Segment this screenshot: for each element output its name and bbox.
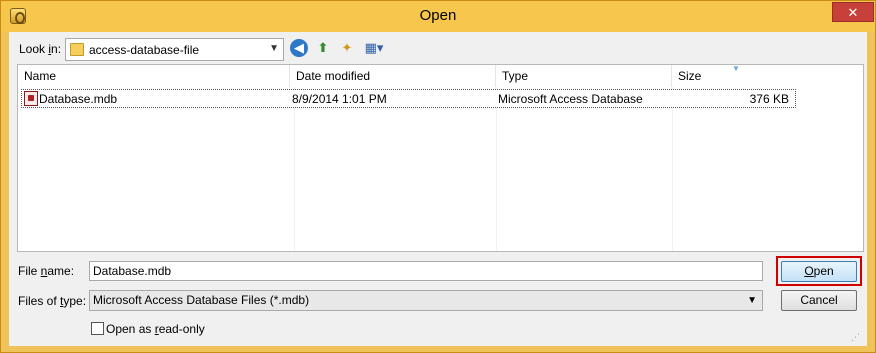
file-row[interactable]: Database.mdb 8/9/2014 1:01 PM Microsoft …: [21, 89, 796, 108]
column-header-type[interactable]: Type: [496, 65, 672, 87]
look-in-value: access-database-file: [89, 43, 200, 57]
file-type-cell: Microsoft Access Database: [498, 92, 643, 106]
file-name-label: File name:: [18, 264, 75, 278]
column-header-size[interactable]: Size: [672, 65, 864, 87]
file-name-cell: Database.mdb: [39, 92, 118, 106]
back-icon[interactable]: ◀: [290, 39, 308, 57]
access-database-icon: [24, 91, 38, 106]
files-of-type-label: Files of type:: [18, 294, 87, 308]
read-only-label[interactable]: Open as read-only: [106, 322, 205, 336]
cancel-button[interactable]: Cancel: [781, 290, 857, 311]
look-in-dropdown[interactable]: access-database-file ▼: [65, 38, 284, 61]
sort-indicator-icon: ▼: [732, 64, 740, 73]
open-button[interactable]: Open: [781, 261, 857, 282]
column-header-name[interactable]: Name: [18, 65, 290, 87]
dialog-body: Look in: access-database-file ▼ ◀ ⬆ ✦ ▦▾…: [9, 32, 867, 346]
look-in-label: Look in:: [19, 42, 62, 56]
column-divider: [496, 87, 497, 251]
up-one-level-icon[interactable]: ⬆: [314, 39, 332, 57]
folder-icon: [70, 43, 84, 56]
read-only-checkbox[interactable]: [91, 322, 104, 335]
chevron-down-icon[interactable]: ▼: [747, 291, 757, 310]
column-header-date-modified[interactable]: Date modified: [290, 65, 496, 87]
file-name-input[interactable]: Database.mdb: [89, 261, 763, 281]
files-of-type-dropdown[interactable]: Microsoft Access Database Files (*.mdb) …: [89, 290, 763, 311]
chevron-down-icon[interactable]: ▼: [269, 43, 279, 54]
file-date-cell: 8/9/2014 1:01 PM: [292, 92, 387, 106]
file-list[interactable]: Name Date modified Type Size ▼ Database.…: [17, 64, 864, 252]
close-button[interactable]: ✕: [832, 2, 874, 22]
title-bar[interactable]: Open ✕: [1, 1, 875, 32]
column-divider: [294, 87, 295, 251]
open-dialog-window: Open ✕ Look in: access-database-file ▼ ◀…: [0, 0, 876, 353]
views-menu-icon[interactable]: ▦▾: [362, 39, 386, 57]
resize-grip-icon[interactable]: ⋰: [851, 332, 860, 343]
files-of-type-value: Microsoft Access Database Files (*.mdb): [93, 293, 310, 307]
column-divider: [672, 87, 673, 251]
window-title: Open: [419, 7, 457, 24]
file-size-cell: 376 KB: [749, 92, 789, 106]
new-folder-icon[interactable]: ✦: [338, 39, 356, 57]
